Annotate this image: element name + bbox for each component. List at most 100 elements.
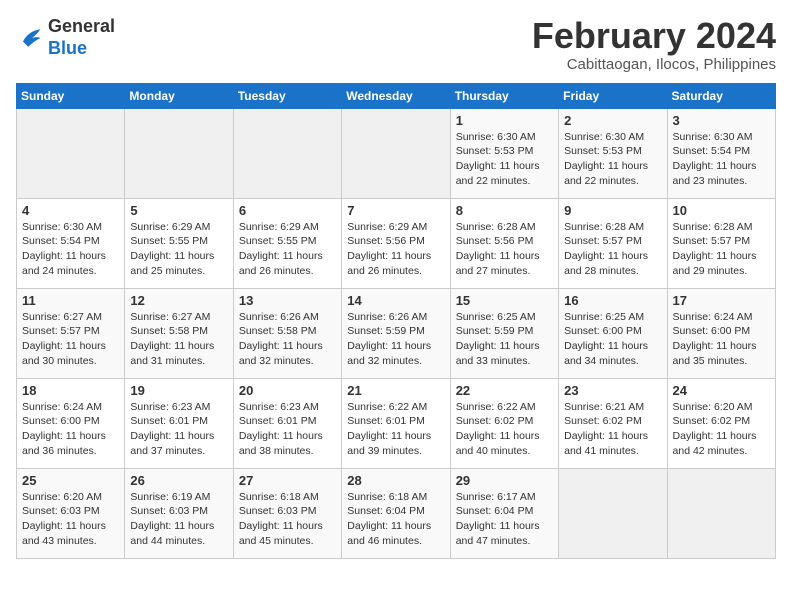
page-header: General Blue February 2024 Cabittaogan, … [16,16,776,73]
calendar-week-row: 25 Sunrise: 6:20 AM Sunset: 6:03 PM Dayli… [17,468,776,558]
month-title: February 2024 [532,16,776,56]
calendar-week-row: 11Sunrise: 6:27 AM Sunset: 5:57 PM Dayli… [17,288,776,378]
calendar-cell: 23 Sunrise: 6:21 AM Sunset: 6:02 PM Dayli… [559,378,667,468]
day-number: 23 [564,383,661,398]
logo-icon [16,24,44,52]
day-number: 27 [239,473,336,488]
calendar-cell: 18 Sunrise: 6:24 AM Sunset: 6:00 PM Dayli… [17,378,125,468]
day-number: 28 [347,473,444,488]
day-info: Sunrise: 6:24 AM Sunset: 6:00 PM Dayligh… [22,400,119,459]
day-info: Sunrise: 6:29 AM Sunset: 5:55 PM Dayligh… [130,220,227,279]
calendar-cell: 10 Sunrise: 6:28 AM Sunset: 5:57 PM Dayli… [667,198,775,288]
day-info: Sunrise: 6:22 AM Sunset: 6:02 PM Dayligh… [456,400,553,459]
calendar-cell: 3 Sunrise: 6:30 AM Sunset: 5:54 PM Daylig… [667,108,775,198]
weekday-header: Monday [125,83,233,108]
calendar-cell: 27 Sunrise: 6:18 AM Sunset: 6:03 PM Dayli… [233,468,341,558]
calendar-header: SundayMondayTuesdayWednesdayThursdayFrid… [17,83,776,108]
calendar-cell: 8 Sunrise: 6:28 AM Sunset: 5:56 PM Daylig… [450,198,558,288]
day-info: Sunrise: 6:24 AM Sunset: 6:00 PM Dayligh… [673,310,770,369]
calendar-cell: 15Sunrise: 6:25 AM Sunset: 5:59 PM Dayli… [450,288,558,378]
day-info: Sunrise: 6:26 AM Sunset: 5:59 PM Dayligh… [347,310,444,369]
day-number: 26 [130,473,227,488]
calendar-cell: 6Sunrise: 6:29 AM Sunset: 5:55 PM Daylig… [233,198,341,288]
weekday-header: Tuesday [233,83,341,108]
day-number: 3 [673,113,770,128]
calendar-cell: 17 Sunrise: 6:24 AM Sunset: 6:00 PM Dayli… [667,288,775,378]
day-info: Sunrise: 6:30 AM Sunset: 5:53 PM Dayligh… [456,130,553,189]
day-info: Sunrise: 6:28 AM Sunset: 5:57 PM Dayligh… [673,220,770,279]
day-number: 5 [130,203,227,218]
day-number: 22 [456,383,553,398]
calendar-table: SundayMondayTuesdayWednesdayThursdayFrid… [16,83,776,559]
day-number: 2 [564,113,661,128]
day-number: 4 [22,203,119,218]
calendar-cell: 22 Sunrise: 6:22 AM Sunset: 6:02 PM Dayli… [450,378,558,468]
logo-line2: Blue [48,38,115,60]
day-info: Sunrise: 6:27 AM Sunset: 5:58 PM Dayligh… [130,310,227,369]
weekday-header: Wednesday [342,83,450,108]
calendar-week-row: 4 Sunrise: 6:30 AM Sunset: 5:54 PM Daylig… [17,198,776,288]
calendar-cell [17,108,125,198]
weekday-header: Saturday [667,83,775,108]
day-info: Sunrise: 6:18 AM Sunset: 6:03 PM Dayligh… [239,490,336,549]
calendar-week-row: 1 Sunrise: 6:30 AM Sunset: 5:53 PM Daylig… [17,108,776,198]
day-info: Sunrise: 6:21 AM Sunset: 6:02 PM Dayligh… [564,400,661,459]
calendar-cell: 20Sunrise: 6:23 AM Sunset: 6:01 PM Dayli… [233,378,341,468]
day-info: Sunrise: 6:27 AM Sunset: 5:57 PM Dayligh… [22,310,119,369]
day-number: 14 [347,293,444,308]
day-info: Sunrise: 6:30 AM Sunset: 5:54 PM Dayligh… [673,130,770,189]
calendar-cell: 13 Sunrise: 6:26 AM Sunset: 5:58 PM Dayli… [233,288,341,378]
day-info: Sunrise: 6:18 AM Sunset: 6:04 PM Dayligh… [347,490,444,549]
subtitle: Cabittaogan, Ilocos, Philippines [532,56,776,73]
day-number: 19 [130,383,227,398]
day-info: Sunrise: 6:20 AM Sunset: 6:02 PM Dayligh… [673,400,770,459]
day-number: 12 [130,293,227,308]
day-info: Sunrise: 6:30 AM Sunset: 5:54 PM Dayligh… [22,220,119,279]
day-number: 25 [22,473,119,488]
calendar-cell: 9 Sunrise: 6:28 AM Sunset: 5:57 PM Daylig… [559,198,667,288]
calendar-cell: 16 Sunrise: 6:25 AM Sunset: 6:00 PM Dayli… [559,288,667,378]
calendar-cell [342,108,450,198]
day-number: 16 [564,293,661,308]
calendar-cell: 1 Sunrise: 6:30 AM Sunset: 5:53 PM Daylig… [450,108,558,198]
calendar-cell: 26Sunrise: 6:19 AM Sunset: 6:03 PM Dayli… [125,468,233,558]
calendar-cell: 2 Sunrise: 6:30 AM Sunset: 5:53 PM Daylig… [559,108,667,198]
day-number: 17 [673,293,770,308]
calendar-cell [233,108,341,198]
day-info: Sunrise: 6:28 AM Sunset: 5:56 PM Dayligh… [456,220,553,279]
weekday-header: Friday [559,83,667,108]
day-info: Sunrise: 6:28 AM Sunset: 5:57 PM Dayligh… [564,220,661,279]
day-info: Sunrise: 6:20 AM Sunset: 6:03 PM Dayligh… [22,490,119,549]
day-info: Sunrise: 6:30 AM Sunset: 5:53 PM Dayligh… [564,130,661,189]
calendar-cell: 21 Sunrise: 6:22 AM Sunset: 6:01 PM Dayli… [342,378,450,468]
day-info: Sunrise: 6:25 AM Sunset: 6:00 PM Dayligh… [564,310,661,369]
calendar-cell: 25 Sunrise: 6:20 AM Sunset: 6:03 PM Dayli… [17,468,125,558]
day-number: 9 [564,203,661,218]
calendar-week-row: 18 Sunrise: 6:24 AM Sunset: 6:00 PM Dayli… [17,378,776,468]
day-info: Sunrise: 6:23 AM Sunset: 6:01 PM Dayligh… [239,400,336,459]
day-info: Sunrise: 6:25 AM Sunset: 5:59 PM Dayligh… [456,310,553,369]
day-number: 13 [239,293,336,308]
title-block: February 2024 Cabittaogan, Ilocos, Phili… [532,16,776,73]
calendar-cell: 5 Sunrise: 6:29 AM Sunset: 5:55 PM Daylig… [125,198,233,288]
day-number: 18 [22,383,119,398]
day-number: 21 [347,383,444,398]
day-info: Sunrise: 6:22 AM Sunset: 6:01 PM Dayligh… [347,400,444,459]
day-number: 10 [673,203,770,218]
day-number: 6 [239,203,336,218]
day-number: 1 [456,113,553,128]
day-info: Sunrise: 6:17 AM Sunset: 6:04 PM Dayligh… [456,490,553,549]
calendar-cell: 24 Sunrise: 6:20 AM Sunset: 6:02 PM Dayli… [667,378,775,468]
weekday-header-row: SundayMondayTuesdayWednesdayThursdayFrid… [17,83,776,108]
weekday-header: Thursday [450,83,558,108]
calendar-cell: 11Sunrise: 6:27 AM Sunset: 5:57 PM Dayli… [17,288,125,378]
day-number: 29 [456,473,553,488]
day-info: Sunrise: 6:23 AM Sunset: 6:01 PM Dayligh… [130,400,227,459]
day-info: Sunrise: 6:26 AM Sunset: 5:58 PM Dayligh… [239,310,336,369]
calendar-cell [125,108,233,198]
day-number: 24 [673,383,770,398]
calendar-cell: 4 Sunrise: 6:30 AM Sunset: 5:54 PM Daylig… [17,198,125,288]
calendar-cell: 14 Sunrise: 6:26 AM Sunset: 5:59 PM Dayli… [342,288,450,378]
day-number: 8 [456,203,553,218]
calendar-cell: 12 Sunrise: 6:27 AM Sunset: 5:58 PM Dayli… [125,288,233,378]
